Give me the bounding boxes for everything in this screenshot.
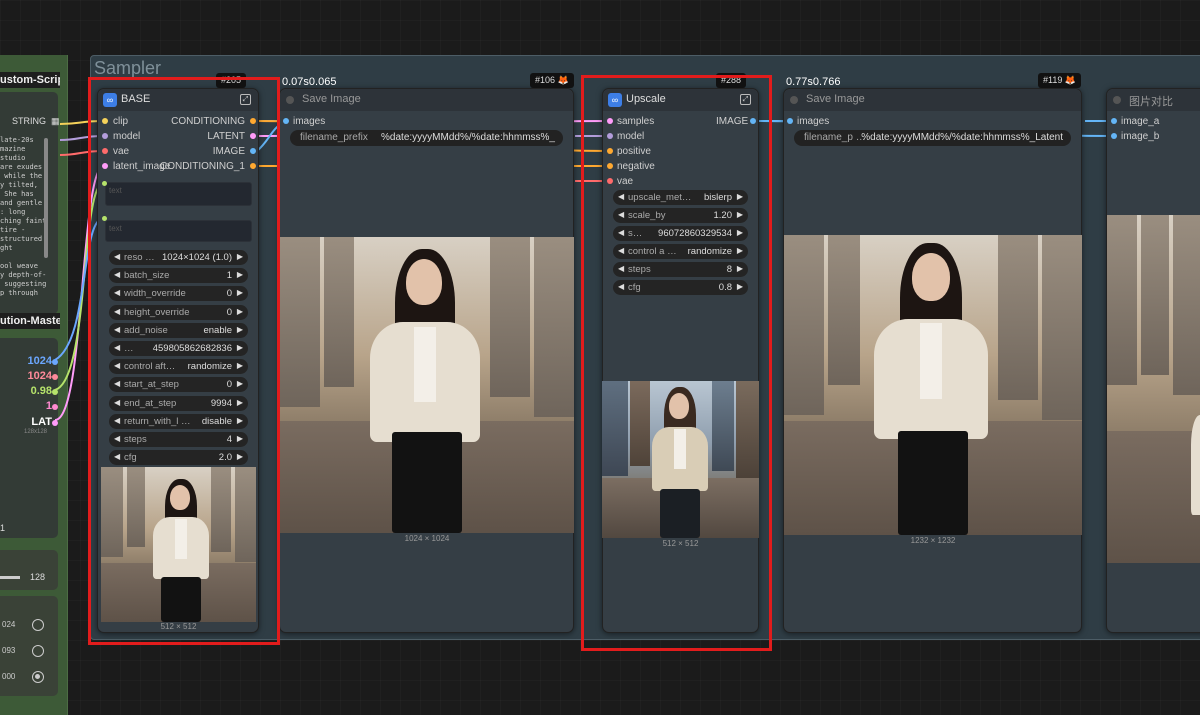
filename-prefix-value-2: %date:yyyyMMdd%/%date:hhmmss%_Latent — [861, 132, 1063, 143]
save-image-2-input: images — [797, 116, 830, 127]
save-image-1-input: images — [293, 116, 326, 127]
save-image-1-preview — [280, 237, 574, 533]
images-input-dot-2[interactable] — [787, 118, 793, 124]
filename-prefix-value: %date:yyyyMMdd%/%date:hhmmss%_ — [381, 132, 555, 143]
filename-prefix-label: filename_prefix — [300, 132, 368, 143]
filename-prefix-field-1[interactable]: filename_prefix %date:yyyyMMdd%/%date:hh… — [290, 130, 563, 146]
compare-input-b: image_b — [1121, 131, 1160, 142]
save-image-2-caption: 1232 × 1232 — [910, 536, 956, 545]
image-b-input-dot[interactable] — [1111, 133, 1117, 139]
highlight-box-upscale — [581, 75, 772, 651]
image-compare-preview — [1107, 215, 1200, 563]
filename-prefix-field-2[interactable]: filename_p … %date:yyyyMMdd%/%date:hhmms… — [794, 130, 1071, 146]
save-image-2-id-badge: #119 🦊 — [1038, 73, 1082, 88]
badge-text-2: #119 — [1043, 75, 1063, 85]
image-a-input-dot[interactable] — [1111, 118, 1117, 124]
save-image-1-id-badge: #106 🦊 — [530, 73, 574, 88]
badge-text: #106 — [535, 75, 556, 85]
save-image-1-caption: 1024 × 1024 — [404, 534, 450, 543]
highlight-box-base — [88, 77, 280, 645]
fox-icon: 🦊 — [557, 75, 569, 85]
images-input-dot-1[interactable] — [283, 118, 289, 124]
compare-input-a: image_a — [1121, 116, 1160, 127]
image-compare-title: 图片对比 — [1129, 96, 1173, 108]
collapse-dot-2[interactable] — [790, 96, 798, 104]
save-image-1-timing: 0.07s0.065 — [282, 76, 337, 88]
collapse-dot-3[interactable] — [1113, 96, 1121, 104]
save-image-1-title: Save Image — [302, 93, 361, 105]
filename-prefix-label-2: filename_p … — [804, 132, 866, 143]
save-image-1-header[interactable]: Save Image — [280, 89, 573, 111]
image-compare-header[interactable]: 图片对比 — [1107, 89, 1200, 111]
collapse-dot[interactable] — [286, 96, 294, 104]
save-image-2-header[interactable]: Save Image — [784, 89, 1081, 111]
save-image-2-title: Save Image — [806, 93, 865, 105]
save-image-2-preview — [784, 235, 1082, 535]
save-image-2-timing: 0.77s0.766 — [786, 76, 841, 88]
fox-icon-2: 🦊 — [1064, 75, 1077, 85]
